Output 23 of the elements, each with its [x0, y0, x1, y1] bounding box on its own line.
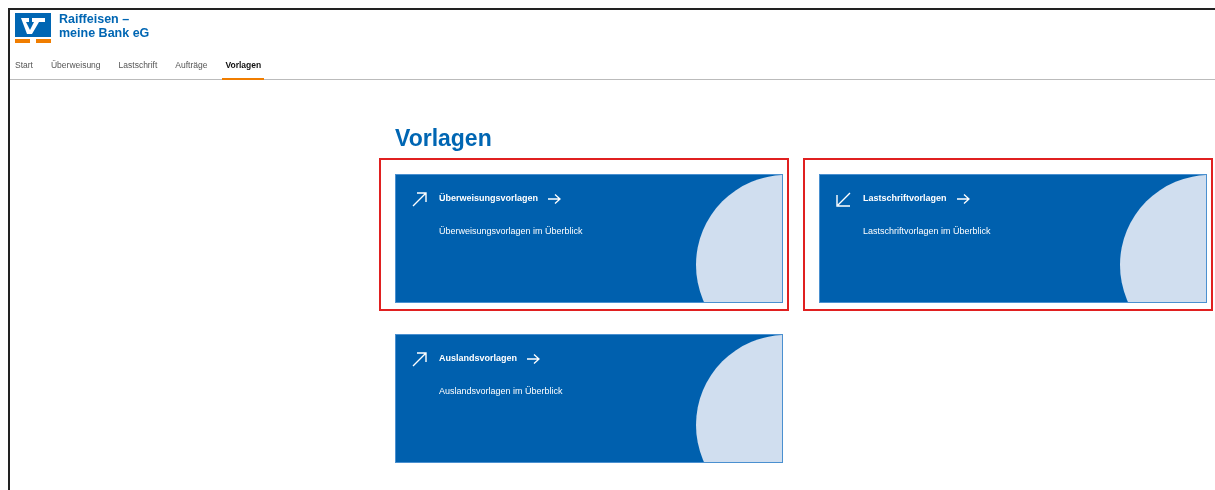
nav-tab[interactable]: Lastschrift	[115, 59, 161, 80]
bank-name: meine Bank eG	[59, 26, 150, 40]
page-title: Vorlagen	[395, 123, 493, 152]
template-card[interactable]: Auslandsvorlagen Auslandsvorlagen im Überblick	[395, 333, 783, 463]
nav-tab[interactable]: Vorlagen	[222, 59, 265, 80]
arrow-right-icon	[527, 353, 541, 364]
nav-tab[interactable]: Aufträge	[172, 59, 211, 80]
arrow-up-right-icon	[411, 349, 429, 368]
nav-tab[interactable]: Überweisung	[47, 59, 104, 80]
card-title: Überweisungsvorlagen	[439, 192, 539, 205]
card-subtitle: Lastschriftvorlagen im Überblick	[863, 224, 991, 238]
card-subtitle: Auslandsvorlagen im Überblick	[439, 384, 563, 398]
card-title: Lastschriftvorlagen	[863, 192, 947, 205]
template-card[interactable]: Überweisungsvorlagen Überweisungsvorlagen im Überblick	[395, 173, 783, 303]
template-card[interactable]: Lastschriftvorlagen Lastschriftvorlagen im Überblick	[819, 173, 1207, 303]
nav-tab[interactable]: Start	[12, 59, 36, 80]
arrow-right-icon	[956, 193, 970, 204]
bank-name: Raiffeisen –	[59, 12, 131, 26]
arrow-up-right-icon	[411, 189, 429, 208]
card-title: Auslandsvorlagen	[439, 352, 518, 365]
card-subtitle: Überweisungsvorlagen im Überblick	[439, 224, 583, 238]
bank-logo-icon	[15, 13, 51, 43]
arrow-right-icon	[548, 193, 562, 204]
